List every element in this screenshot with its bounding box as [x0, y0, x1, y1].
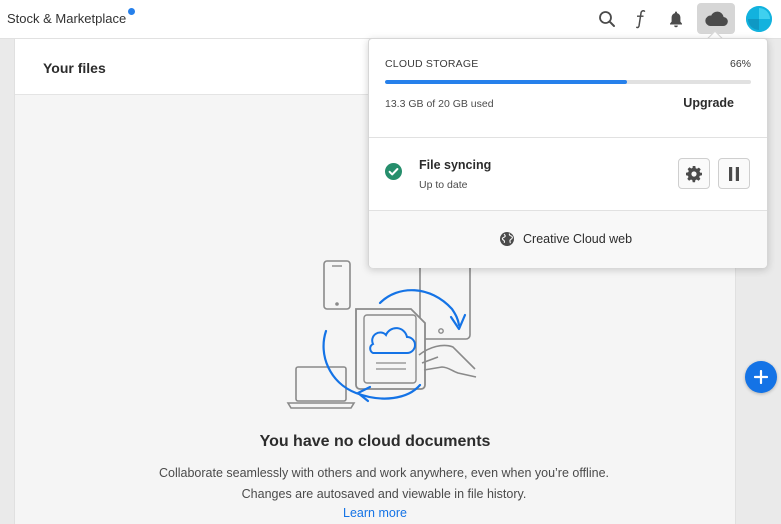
file-syncing-title: File syncing: [419, 158, 492, 172]
divider: [369, 137, 767, 138]
creative-cloud-web-label: Creative Cloud web: [523, 232, 633, 246]
storage-percent: 66%: [729, 58, 751, 70]
upgrade-button[interactable]: Upgrade: [683, 96, 734, 110]
cloud-icon[interactable]: [697, 3, 735, 34]
page-title: Your files: [43, 60, 106, 76]
plus-icon: [754, 370, 768, 384]
creative-cloud-web-link[interactable]: Creative Cloud web: [499, 231, 632, 247]
avatar[interactable]: [746, 6, 772, 32]
globe-icon: [499, 231, 515, 247]
file-syncing-status: Up to date: [419, 179, 468, 191]
nav-stock-marketplace[interactable]: Stock & Marketplace: [7, 11, 126, 26]
gear-icon: [686, 165, 702, 182]
storage-progress-fill: [385, 80, 627, 84]
empty-state-illustration: [286, 260, 477, 409]
notification-dot: [128, 8, 135, 15]
popover-footer: Creative Cloud web: [369, 211, 767, 268]
cloud-storage-popover: CLOUD STORAGE 66% 13.3 GB of 20 GB used …: [368, 38, 768, 268]
add-button[interactable]: [745, 361, 777, 393]
learn-more-link[interactable]: Learn more: [15, 506, 735, 520]
cloud-storage-label: CLOUD STORAGE: [385, 58, 479, 70]
sync-settings-button[interactable]: [678, 158, 710, 189]
storage-used-text: 13.3 GB of 20 GB used: [385, 98, 494, 110]
check-circle-icon: [385, 163, 402, 180]
empty-state-title: You have no cloud documents: [259, 433, 491, 450]
pause-sync-button[interactable]: [718, 158, 750, 189]
top-bar: Stock & Marketplace: [0, 0, 781, 39]
storage-progress-bar: [385, 80, 751, 84]
fonts-icon[interactable]: [627, 6, 653, 32]
pause-icon: [729, 166, 739, 181]
empty-state-description: Collaborate seamlessly with others and w…: [158, 466, 609, 501]
search-icon[interactable]: [594, 6, 620, 32]
bell-icon[interactable]: [663, 6, 689, 32]
